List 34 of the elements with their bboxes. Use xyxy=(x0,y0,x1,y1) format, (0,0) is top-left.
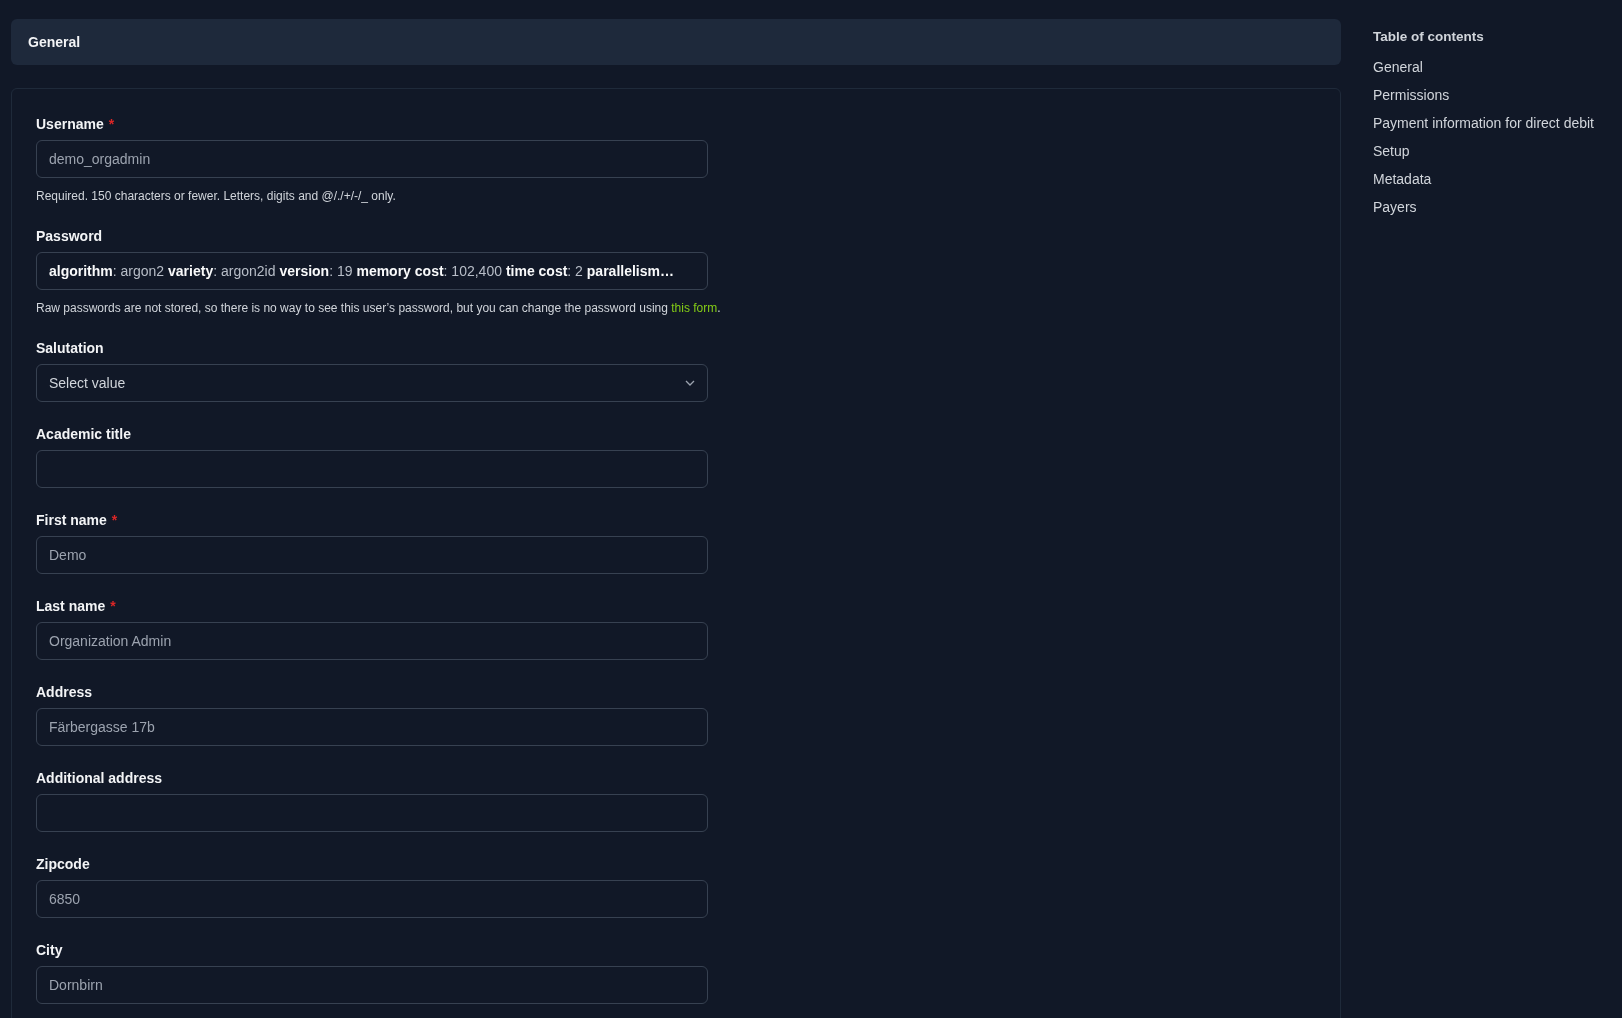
field-label: Salutation xyxy=(36,339,104,358)
input-field[interactable]: Färbergasse 17b xyxy=(36,708,708,746)
required-mark: * xyxy=(108,116,115,132)
field-label: Password xyxy=(36,227,103,246)
chevron-down-icon xyxy=(685,380,695,386)
field-label: Additional address xyxy=(36,769,163,788)
toc-link[interactable]: Payment information for direct debit xyxy=(1373,113,1594,133)
toc-link[interactable]: Permissions xyxy=(1373,85,1450,105)
field-label: First name xyxy=(36,511,107,530)
toc-link[interactable]: Payers xyxy=(1373,197,1417,217)
input-field[interactable] xyxy=(36,450,708,488)
field-label: Academic title xyxy=(36,425,131,444)
toc-link[interactable]: Setup xyxy=(1373,141,1410,161)
input-field[interactable]: 6850 xyxy=(36,880,708,918)
field-label: Last name xyxy=(36,597,106,616)
help-text: Raw passwords are not stored, so there is no way to see this user’s password, but you can change the password using this form. xyxy=(36,300,721,316)
help-text: Required. 150 characters or fewer. Letters, digits and @/./+/-/_ only. xyxy=(36,188,396,204)
field-label: Zipcode xyxy=(36,855,90,874)
password-summary-field: algorithm: argon2 variety: argon2id version: 19 memory cost: 102,400 time cost: 2 parallelism… xyxy=(36,252,708,290)
input-field[interactable] xyxy=(36,794,708,832)
field-label: Address xyxy=(36,683,93,702)
input-field[interactable]: Dornbirn xyxy=(36,966,708,1004)
input-field[interactable]: Demo xyxy=(36,536,708,574)
toc-title: Table of contents xyxy=(1373,29,1485,45)
input-field[interactable]: demo_orgadmin xyxy=(36,140,708,178)
select-field[interactable]: Select value xyxy=(36,364,708,402)
toc-link[interactable]: Metadata xyxy=(1373,169,1432,189)
field-label: City xyxy=(36,941,63,960)
input-field[interactable]: Organization Admin xyxy=(36,622,708,660)
toc-link[interactable]: General xyxy=(1373,57,1423,77)
required-mark: * xyxy=(111,512,118,528)
required-mark: * xyxy=(110,598,116,614)
field-label: Username xyxy=(36,115,104,134)
section-header: General xyxy=(11,19,1341,65)
